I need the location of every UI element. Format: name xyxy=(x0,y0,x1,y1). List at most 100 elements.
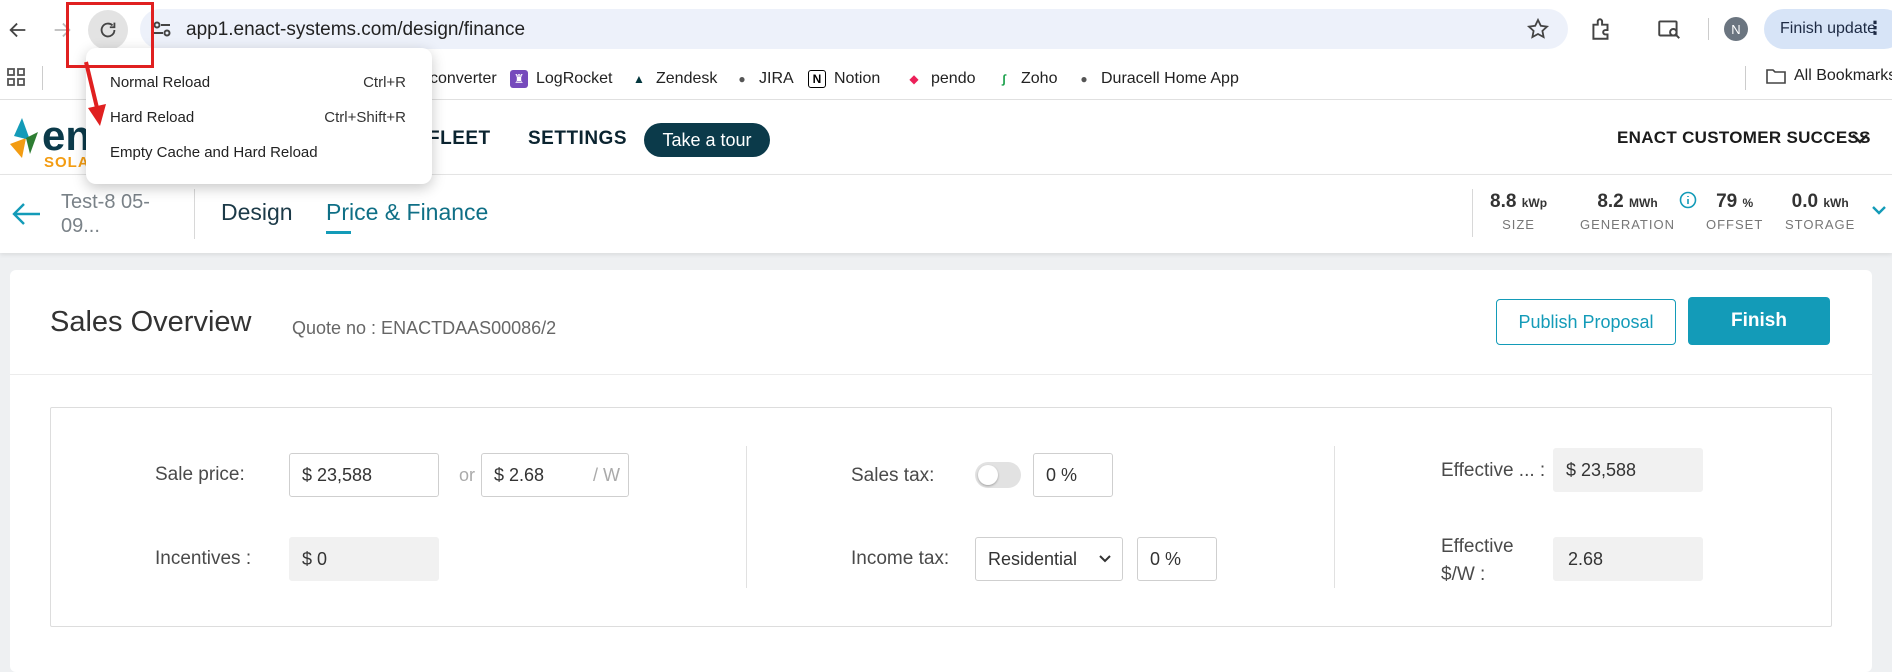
divider xyxy=(1472,189,1473,237)
bookmark-zendesk[interactable]: ▲ Zendesk xyxy=(630,67,717,91)
bookmark-star-icon[interactable] xyxy=(1526,17,1550,41)
stat-value: 8.2 xyxy=(1597,191,1624,212)
stat-storage: 0.0 kWh STORAGE xyxy=(1785,191,1855,232)
price-per-watt-input[interactable]: $ 2.68 / W xyxy=(481,453,629,497)
zendesk-icon: ▲ xyxy=(633,72,645,86)
notion-icon: N xyxy=(808,70,826,88)
menu-item-shortcut: Ctrl+R xyxy=(363,74,406,91)
take-a-tour-button[interactable]: Take a tour xyxy=(644,123,770,157)
menu-item-shortcut: Ctrl+Shift+R xyxy=(324,109,406,126)
active-tab-indicator xyxy=(326,231,351,234)
project-subheader: Test-8 05-09... Design Price & Finance 8… xyxy=(0,175,1892,253)
stat-value: 79 xyxy=(1716,191,1738,212)
income-tax-input[interactable]: 0 % xyxy=(1137,537,1217,581)
stat-value: 0.0 xyxy=(1791,191,1819,212)
effective-per-watt-label-line2: $/W : xyxy=(1441,564,1486,585)
logrocket-icon: ♜ xyxy=(510,70,528,88)
stat-value-line: 8.8 kWp xyxy=(1490,191,1547,213)
url-text[interactable]: app1.enact-systems.com/design/finance xyxy=(186,19,525,41)
divider xyxy=(194,189,195,239)
bookmark-zoho[interactable]: ∫ Zoho xyxy=(995,67,1057,91)
stat-label: GENERATION xyxy=(1580,217,1675,232)
profile-avatar[interactable]: N xyxy=(1724,17,1748,41)
sales-tax-toggle[interactable] xyxy=(975,462,1021,488)
bookmark-label: Duracell Home App xyxy=(1101,70,1239,87)
bookmark-label: JIRA xyxy=(759,70,794,87)
stat-label: STORAGE xyxy=(1785,217,1856,232)
logo-mark-icon xyxy=(10,118,38,158)
per-watt-unit: / W xyxy=(593,465,620,485)
stat-value-line: 0.0 kWh xyxy=(1785,191,1855,213)
stat-unit: % xyxy=(1742,196,1754,210)
stat-offset: 79 % OFFSET xyxy=(1706,191,1763,232)
finish-button[interactable]: Finish xyxy=(1688,297,1830,345)
effective-per-watt-label-line1: Effective xyxy=(1441,536,1514,557)
finish-update-button[interactable]: Finish update ⋮ xyxy=(1764,9,1892,49)
chevron-down-icon[interactable] xyxy=(1870,203,1888,219)
sale-price-label: Sale price: xyxy=(155,464,245,485)
stat-unit: MWh xyxy=(1629,196,1658,210)
apps-grid-icon[interactable] xyxy=(6,67,26,87)
annotation-arrow-icon xyxy=(84,61,106,126)
incentives-label: Incentives : xyxy=(155,548,252,569)
back-arrow-icon[interactable] xyxy=(12,201,42,227)
income-tax-type-select[interactable]: Residential xyxy=(975,537,1123,581)
pendo-icon: ◆ xyxy=(909,72,919,86)
publish-proposal-button[interactable]: Publish Proposal xyxy=(1496,299,1676,345)
profile-initial: N xyxy=(1731,21,1741,37)
more-menu-icon[interactable]: ⋮ xyxy=(1866,18,1884,39)
bookmark-jira[interactable]: ● JIRA xyxy=(733,67,794,91)
bookmark-converter[interactable]: converter xyxy=(430,67,497,91)
all-bookmarks-button[interactable]: All Bookmarks xyxy=(1766,67,1892,85)
divider xyxy=(10,374,1872,375)
reload-context-menu: Normal Reload Ctrl+R Hard Reload Ctrl+Sh… xyxy=(86,48,432,184)
bookmark-notion[interactable]: N Notion xyxy=(808,67,880,91)
menu-item-normal-reload[interactable]: Normal Reload Ctrl+R xyxy=(86,66,432,100)
column-divider xyxy=(746,446,747,588)
menu-item-hard-reload[interactable]: Hard Reload Ctrl+Shift+R xyxy=(86,101,432,135)
address-bar[interactable]: app1.enact-systems.com/design/finance xyxy=(140,9,1568,49)
tab-price-finance[interactable]: Price & Finance xyxy=(326,199,488,226)
stat-size: 8.8 kWp SIZE xyxy=(1490,191,1547,232)
bookmark-logrocket[interactable]: ♜ LogRocket xyxy=(510,67,613,91)
info-icon[interactable] xyxy=(1679,191,1697,209)
quote-number: Quote no : ENACTDAAS00086/2 xyxy=(292,318,557,338)
page-title: Sales Overview xyxy=(50,306,252,338)
toolbar-separator xyxy=(1708,18,1709,40)
back-button[interactable] xyxy=(0,12,36,48)
project-name: Test-8 05-09... xyxy=(61,191,150,237)
nav-settings[interactable]: SETTINGS xyxy=(528,128,627,150)
menu-item-empty-cache-hard-reload[interactable]: Empty Cache and Hard Reload xyxy=(86,136,432,170)
stat-value: 8.8 xyxy=(1490,191,1517,212)
column-divider xyxy=(1334,446,1335,588)
sales-tax-input[interactable]: 0 % xyxy=(1033,453,1113,497)
bookmark-label: Notion xyxy=(834,70,881,87)
bookmark-label: Zendesk xyxy=(656,70,718,87)
or-label: or xyxy=(459,465,476,485)
stat-value-line: 8.2 MWh xyxy=(1580,191,1675,213)
bookmarks-separator xyxy=(1745,66,1746,90)
income-tax-label: Income tax: xyxy=(851,548,950,569)
globe-icon: ● xyxy=(1080,72,1088,86)
sale-price-input[interactable]: $ 23,588 xyxy=(289,453,439,497)
stat-value-line: 79 % xyxy=(1706,191,1763,213)
price-per-watt-value: $ 2.68 xyxy=(494,465,545,485)
all-bookmarks-label: All Bookmarks xyxy=(1794,67,1892,84)
nav-fleet[interactable]: FLEET xyxy=(428,128,491,150)
bookmark-label: converter xyxy=(430,70,497,87)
bookmarks-separator xyxy=(42,66,43,90)
media-search-icon[interactable] xyxy=(1656,16,1682,42)
income-tax-type-value: Residential xyxy=(988,549,1078,569)
bookmark-pendo[interactable]: ◆ pendo xyxy=(905,67,976,91)
highlight-box xyxy=(66,2,154,68)
menu-item-label: Empty Cache and Hard Reload xyxy=(110,144,318,161)
bookmark-label: pendo xyxy=(931,70,976,87)
account-menu[interactable]: ENACT CUSTOMER SUCCESS xyxy=(1617,128,1871,148)
chevron-down-icon[interactable] xyxy=(1850,130,1870,148)
chevron-down-icon xyxy=(1099,555,1111,563)
bookmark-duracell[interactable]: ● Duracell Home App xyxy=(1075,67,1239,91)
tab-design[interactable]: Design xyxy=(221,199,293,226)
extensions-icon[interactable] xyxy=(1588,16,1614,42)
effective-per-watt-field: 2.68 xyxy=(1553,537,1703,581)
sales-overview-card: Sales Overview Quote no : ENACTDAAS00086… xyxy=(10,270,1872,672)
